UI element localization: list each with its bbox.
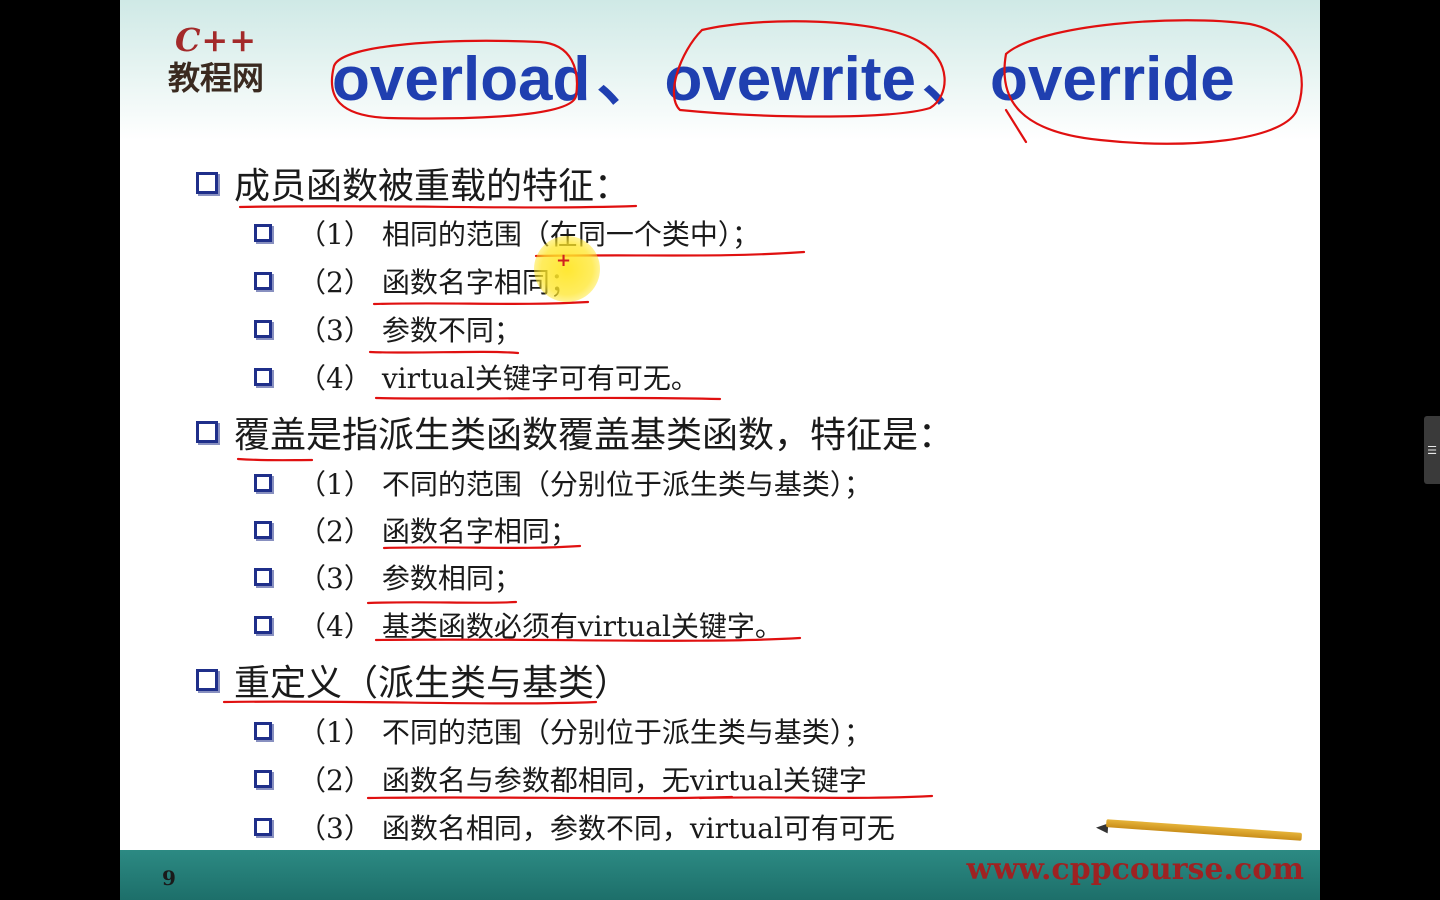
checkbox-bullet-icon <box>254 722 272 740</box>
list-item: （1） 相同的范围（在同一个类中）； <box>254 211 760 255</box>
list-item: （2） 函数名字相同； <box>254 508 578 552</box>
item-text: virtual关键字可有可无。 <box>381 362 699 395</box>
video-player-frame: C++ 教程网 overload、ovewrite、override 成员函数被… <box>0 0 1440 900</box>
section-heading-overwrite: 覆盖是指派生类函数覆盖基类函数，特征是： <box>196 407 954 457</box>
item-number: （2） <box>298 515 372 548</box>
side-panel-toggle[interactable]: ☰ <box>1424 416 1440 484</box>
section-heading-overload: 成员函数被重载的特征： <box>196 158 630 208</box>
list-item: （2） 函数名字相同； <box>254 259 578 303</box>
site-url: www.cppcourse.com <box>966 852 1304 887</box>
item-text: 函数名字相同； <box>381 515 578 548</box>
checkbox-bullet-icon <box>254 320 272 338</box>
slide-content: 成员函数被重载的特征： （1） 相同的范围（在同一个类中）； （2） 函数名字相… <box>120 0 1320 900</box>
item-number: （3） <box>298 314 372 347</box>
checkbox-bullet-icon <box>254 474 272 492</box>
item-text: 基类函数必须有virtual关键字。 <box>381 610 783 643</box>
checkbox-bullet-icon <box>254 224 272 242</box>
checkbox-bullet-icon <box>254 368 272 386</box>
checkbox-bullet-icon <box>196 172 218 194</box>
item-text: 不同的范围（分别位于派生类与基类）； <box>381 468 872 501</box>
item-number: （4） <box>298 362 372 395</box>
checkbox-bullet-icon <box>196 421 218 443</box>
item-number: （4） <box>298 610 372 643</box>
list-item: （2） 函数名与参数都相同，无virtual关键字 <box>254 757 867 801</box>
item-number: （2） <box>298 764 372 797</box>
item-number: （1） <box>298 468 372 501</box>
slide-page-number: 9 <box>162 866 176 890</box>
heading-text: 重定义（派生类与基类） <box>234 663 631 704</box>
list-item: （1） 不同的范围（分别位于派生类与基类）； <box>254 461 872 505</box>
item-text: 不同的范围（分别位于派生类与基类）； <box>381 716 872 749</box>
item-text: 函数名与参数都相同，无virtual关键字 <box>381 764 867 797</box>
list-item: （3） 函数名相同，参数不同，virtual可有可无 <box>254 805 895 849</box>
list-item: （1） 不同的范围（分别位于派生类与基类）； <box>254 709 872 753</box>
checkbox-bullet-icon <box>196 669 218 691</box>
item-text: 函数名相同，参数不同，virtual可有可无 <box>381 812 895 845</box>
list-item: （3） 参数不同； <box>254 307 522 351</box>
checkbox-bullet-icon <box>254 272 272 290</box>
item-text: 参数不同； <box>381 314 522 347</box>
item-number: （1） <box>298 218 372 251</box>
checkbox-bullet-icon <box>254 616 272 634</box>
item-number: （1） <box>298 716 372 749</box>
checkbox-bullet-icon <box>254 521 272 539</box>
checkbox-bullet-icon <box>254 568 272 586</box>
heading-text: 覆盖是指派生类函数覆盖基类函数，特征是： <box>234 415 955 456</box>
presentation-slide: C++ 教程网 overload、ovewrite、override 成员函数被… <box>120 0 1320 900</box>
item-number: （2） <box>298 266 372 299</box>
item-number: （3） <box>298 812 372 845</box>
item-number: （3） <box>298 562 372 595</box>
section-heading-redefine: 重定义（派生类与基类） <box>196 655 630 705</box>
list-item: （4） 基类函数必须有virtual关键字。 <box>254 603 783 647</box>
heading-text: 成员函数被重载的特征： <box>234 166 631 207</box>
list-icon: ☰ <box>1427 443 1437 457</box>
checkbox-bullet-icon <box>254 818 272 836</box>
list-item: （3） 参数相同； <box>254 555 522 599</box>
list-item: （4） virtual关键字可有可无。 <box>254 355 699 399</box>
checkbox-bullet-icon <box>254 770 272 788</box>
item-text: 参数相同； <box>381 562 522 595</box>
cursor-crosshair-icon: + <box>556 250 572 271</box>
